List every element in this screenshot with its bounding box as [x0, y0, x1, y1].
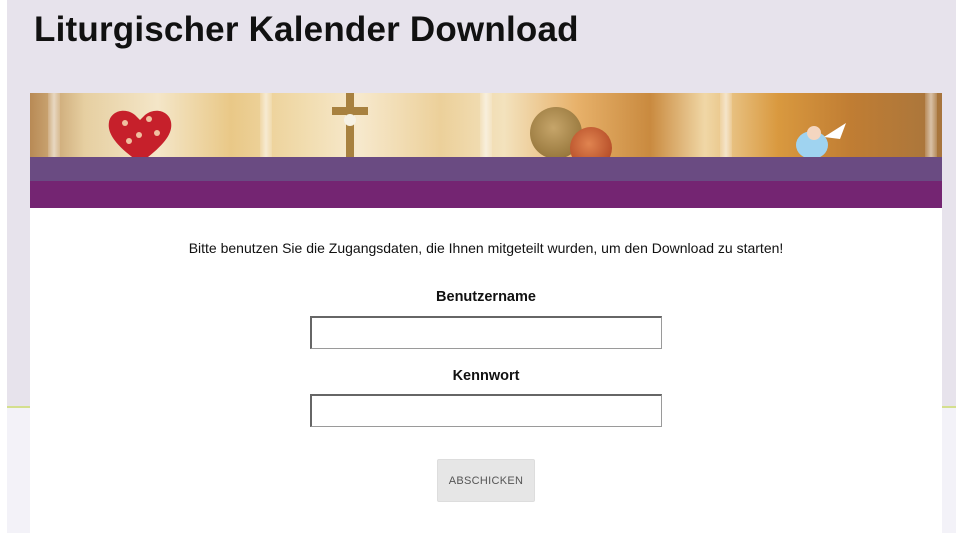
page-title: Liturgischer Kalender Download — [34, 10, 579, 49]
username-label: Benutzername — [436, 289, 536, 305]
login-panel: Bitte benutzen Sie die Zugangsdaten, die… — [30, 208, 942, 533]
window-frame — [480, 93, 492, 157]
password-label: Kennwort — [452, 368, 520, 384]
angel-icon — [796, 123, 846, 159]
window-frame — [720, 93, 732, 157]
window-frame — [260, 93, 272, 157]
submit-button[interactable]: ABSCHICKEN — [437, 459, 535, 502]
window-frame — [925, 93, 937, 157]
cross-icon — [332, 93, 368, 157]
password-field[interactable] — [310, 394, 662, 427]
banner-band-dark — [30, 181, 942, 208]
instruction-text: Bitte benutzen Sie die Zugangsdaten, die… — [188, 240, 784, 256]
header-banner — [30, 93, 942, 208]
heart-icon — [108, 110, 172, 163]
username-field[interactable] — [310, 316, 662, 349]
window-frame — [48, 93, 60, 157]
banner-band-light — [30, 157, 942, 181]
banner-photo — [30, 93, 942, 169]
